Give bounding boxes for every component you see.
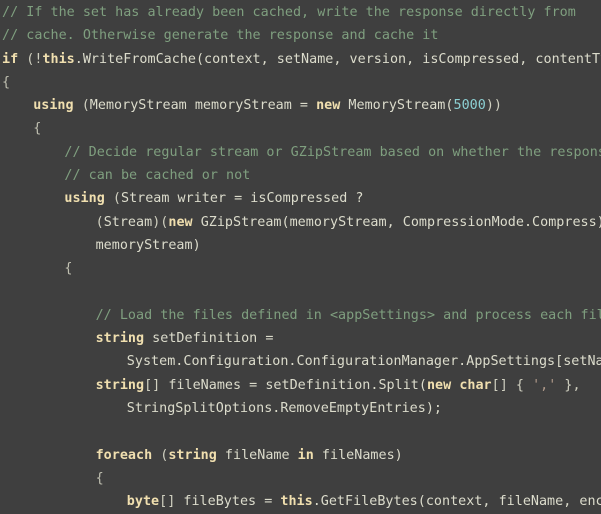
code-line: // cache. Otherwise generate the respons… — [2, 24, 601, 47]
token-kw: this — [280, 494, 313, 510]
code-line: // Load the files defined in <appSetting… — [2, 304, 601, 327]
token-id: Stream writer = isCompressed ? — [120, 191, 364, 207]
code-line: // If the set has already been cached, w… — [2, 1, 601, 24]
code-line: (Stream)(new GZipStream(memoryStream, Co… — [2, 211, 601, 234]
code-line: { — [2, 71, 601, 94]
token-id: System.Configuration.ConfigurationManage… — [126, 354, 601, 370]
code-line: System.Configuration.ConfigurationManage… — [2, 350, 601, 373]
token-id: .GetFileBytes(context, fileName, encodin… — [312, 494, 601, 510]
code-line: { — [2, 117, 601, 140]
token-kw: this — [42, 51, 75, 67]
token-pn: ( — [152, 447, 169, 463]
token-kw: foreach — [95, 447, 153, 463]
token-kw: using — [64, 191, 105, 207]
code-line: if (!this.WriteFromCache(context, setNam… — [2, 48, 601, 71]
token-kw: char — [459, 377, 492, 393]
code-line: using (MemoryStream memoryStream = new M… — [2, 94, 601, 117]
token-kw: string — [95, 331, 145, 347]
token-kw: new — [426, 377, 452, 393]
code-editor[interactable]: // If the set has already been cached, w… — [0, 0, 601, 514]
token-pn: (! — [18, 51, 43, 67]
token-pn: [] — [159, 494, 184, 510]
token-br: { — [64, 261, 73, 277]
token-id: fileName — [216, 447, 298, 463]
code-line: // can be cached or not — [2, 164, 601, 187]
code-line: string setDefinition = — [2, 327, 601, 350]
token-cm: // If the set has already been cached, w… — [2, 5, 576, 20]
token-id: memoryStream) — [95, 237, 201, 253]
token-pn: }, — [556, 377, 581, 393]
token-id: fileBytes = — [183, 494, 281, 510]
code-line: using (Stream writer = isCompressed ? — [2, 187, 601, 210]
code-line: StringSplitOptions.RemoveEmptyEntries); — [2, 397, 601, 420]
token-pn: ( — [73, 98, 90, 114]
token-kw: using — [33, 98, 74, 114]
token-kw: in — [297, 447, 314, 463]
token-id: Stream — [103, 214, 153, 230]
token-pn: )( — [152, 214, 169, 230]
token-id: fileNames = setDefinition.Split( — [168, 377, 427, 393]
code-line: memoryStream) — [2, 234, 601, 257]
token-cm: // cache. Otherwise generate the respons… — [2, 28, 439, 44]
token-br: { — [95, 470, 104, 486]
token-kw: new — [168, 214, 193, 230]
token-pn: )) — [485, 98, 502, 114]
token-kw: string — [168, 447, 217, 463]
token-num: 5000 — [453, 98, 486, 114]
token-id: GZipStream(memoryStream, CompressionMode… — [192, 214, 601, 230]
token-str: ',' — [532, 377, 557, 393]
token-cm: // Decide regular stream or GZipStream b… — [64, 144, 601, 160]
token-id: fileNames) — [313, 447, 403, 463]
token-kw: new — [316, 98, 341, 114]
code-line: { — [2, 257, 601, 280]
token-pn: [] { — [491, 377, 533, 393]
token-cm: // can be cached or not — [64, 168, 251, 184]
token-pn: ( — [95, 214, 104, 230]
token-id: MemoryStream( — [340, 98, 454, 114]
code-line: foreach (string fileName in fileNames) — [2, 444, 601, 467]
token-br: { — [2, 74, 11, 90]
code-line: byte[] fileBytes = this.GetFileBytes(con… — [2, 490, 601, 513]
token-id: .WriteFromCache(context, setName, versio… — [74, 51, 601, 67]
code-line: string[] fileNames = setDefinition.Split… — [2, 374, 601, 397]
token-id: StringSplitOptions.RemoveEmptyEntries); — [126, 401, 442, 417]
code-line: { — [2, 467, 601, 490]
token-kw: if — [2, 51, 19, 67]
token-id: MemoryStream memoryStream = — [89, 98, 317, 114]
token-kw: byte — [126, 494, 160, 510]
token-id: setDefinition = — [144, 331, 274, 347]
code-text-area[interactable]: // If the set has already been cached, w… — [0, 0, 601, 514]
token-kw: string — [95, 377, 145, 393]
code-line: // Decide regular stream or GZipStream b… — [2, 141, 601, 164]
token-pn: [] — [144, 377, 169, 393]
token-pn: ( — [104, 191, 121, 207]
token-br: { — [33, 121, 42, 137]
token-cm: // Load the files defined in <appSetting… — [95, 307, 601, 323]
